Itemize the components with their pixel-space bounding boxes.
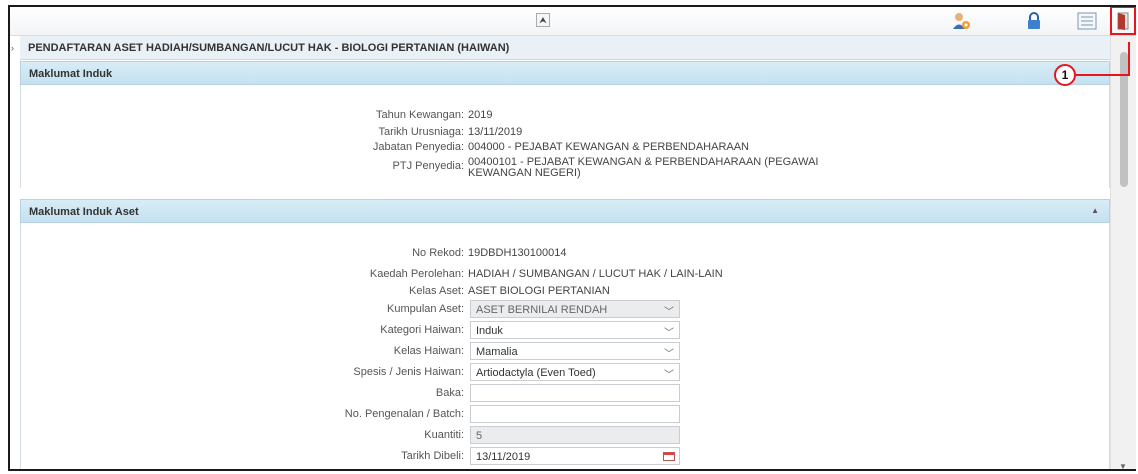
top-toolbar: ⮝ (10, 7, 1136, 36)
spesis-haiwan-select[interactable]: Artiodactyla (Even Toed) ﹀ (470, 363, 680, 381)
lock-icon[interactable] (1023, 10, 1045, 32)
calendar-icon[interactable] (663, 451, 675, 461)
collapse-chevron-icon[interactable]: ▲ (1091, 206, 1099, 215)
select-value: Mamalia (476, 346, 518, 358)
field-kategori-haiwan: Kategori Haiwan: Induk ﹀ (21, 321, 1110, 340)
tarikh-dibeli-input[interactable]: 13/11/2019 (470, 447, 680, 465)
chevron-down-icon: ﹀ (664, 328, 674, 339)
field-label: Kelas Haiwan (393, 345, 461, 357)
page-title: PENDAFTARAN ASET HADIAH/SUMBANGAN/LUCUT … (20, 36, 1110, 60)
field-kuantiti: Kuantiti: 5 (21, 426, 1110, 445)
field-value: 004000 - PEJABAT KEWANGAN & PERBENDAHARA… (468, 141, 749, 153)
annotation-callout: 1 (1054, 64, 1076, 86)
field-label: Kaedah Perolehan (369, 268, 461, 280)
chevron-down-icon: ﹀ (664, 349, 674, 360)
field-label: Kumpulan Aset (387, 303, 461, 315)
field-label: Baka (435, 387, 461, 399)
field-kelas-aset: Kelas Aset: ASET BIOLOGI PERTANIAN (409, 285, 610, 297)
field-no-pengenalan-batch: No. Pengenalan / Batch: (21, 405, 1110, 424)
field-label: No Rekod (412, 247, 461, 259)
app-frame: ⮝ › PENDAFTARAN ASET HADIAH/SUMBANGAN/LU… (8, 5, 1136, 471)
baka-input[interactable] (470, 384, 680, 402)
section-header-maklumat-induk-aset[interactable]: Maklumat Induk Aset ▲ (20, 199, 1110, 223)
field-tarikh-dibeli: Tarikh Dibeli: 13/11/2019 (21, 447, 1110, 466)
field-label: Kategori Haiwan (380, 324, 461, 336)
section-body-maklumat-induk: Tahun Kewangan: 2019 Tarikh Urusniaga: 1… (20, 85, 1110, 188)
field-label: No. Pengenalan / Batch (344, 408, 461, 420)
vertical-scrollbar[interactable]: ▼ (1110, 36, 1136, 469)
field-label: PTJ Penyedia (392, 160, 461, 172)
list-view-icon[interactable] (1076, 10, 1098, 32)
callout-connector (1128, 42, 1130, 76)
kategori-haiwan-select[interactable]: Induk ﹀ (470, 321, 680, 339)
field-label: Kuantiti (424, 429, 461, 441)
field-kelas-haiwan: Kelas Haiwan: Mamalia ﹀ (21, 342, 1110, 361)
field-value: HADIAH / SUMBANGAN / LUCUT HAK / LAIN-LA… (468, 268, 723, 280)
field-label: Tarikh Dibeli (401, 450, 461, 462)
chevron-down-icon: ﹀ (664, 307, 674, 318)
field-value: 13/11/2019 (468, 126, 523, 138)
exit-highlight-box (1110, 7, 1136, 35)
double-chevron-up-icon: ⮝ (539, 14, 547, 25)
field-value: ASET BIOLOGI PERTANIAN (468, 285, 610, 297)
field-label: Tahun Kewangan (375, 109, 461, 121)
field-baka: Baka: (21, 384, 1110, 403)
field-tahun-kewangan: Tahun Kewangan: 2019 (375, 109, 493, 121)
field-value: 2019 (468, 109, 493, 121)
field-label: Tarikh Urusniaga (378, 126, 461, 138)
select-value: ASET BERNILAI RENDAH (476, 304, 608, 316)
field-spesis-jenis-haiwan: Spesis / Jenis Haiwan: Artiodactyla (Eve… (21, 363, 1110, 382)
select-value: Induk (476, 325, 503, 337)
user-settings-icon[interactable] (950, 10, 972, 32)
collapse-header-button[interactable]: ⮝ (536, 13, 550, 27)
kelas-haiwan-select[interactable]: Mamalia ﹀ (470, 342, 680, 360)
field-ptj-penyedia: PTJ Penyedia: 00400101 - PEJABAT KEWANGA… (21, 156, 1110, 179)
scrollbar-thumb[interactable] (1120, 52, 1128, 187)
field-kumpulan-aset: Kumpulan Aset: ASET BERNILAI RENDAH ﹀ (21, 300, 1110, 319)
section-title: Maklumat Induk Aset (29, 206, 139, 218)
field-label: Kelas Aset (409, 285, 461, 297)
section-title: Maklumat Induk (29, 68, 113, 80)
callout-connector (1076, 74, 1130, 76)
side-expand-icon[interactable]: › (11, 43, 14, 53)
chevron-down-icon: ﹀ (664, 370, 674, 381)
field-value: 19DBDH130100014 (468, 247, 567, 259)
field-kaedah-perolehan: Kaedah Perolehan: HADIAH / SUMBANGAN / L… (369, 268, 723, 280)
field-jabatan-penyedia: Jabatan Penyedia: 004000 - PEJABAT KEWAN… (372, 141, 749, 153)
select-value: Artiodactyla (Even Toed) (476, 367, 596, 379)
kumpulan-aset-select[interactable]: ASET BERNILAI RENDAH ﹀ (470, 300, 680, 318)
pengenalan-batch-input[interactable] (470, 405, 680, 423)
input-value: 13/11/2019 (476, 451, 531, 463)
main-content: PENDAFTARAN ASET HADIAH/SUMBANGAN/LUCUT … (20, 36, 1110, 469)
kuantiti-input[interactable]: 5 (470, 426, 680, 444)
field-label: Jabatan Penyedia (372, 141, 461, 153)
scroll-down-arrow-icon[interactable]: ▼ (1119, 462, 1127, 469)
section-body-maklumat-induk-aset: No Rekod: 19DBDH130100014 Kaedah Peroleh… (20, 223, 1110, 469)
field-no-rekod: No Rekod: 19DBDH130100014 (412, 247, 567, 259)
field-value: 00400101 - PEJABAT KEWANGAN & PERBENDAHA… (468, 156, 819, 179)
field-tarikh-urusniaga: Tarikh Urusniaga: 13/11/2019 (378, 126, 523, 138)
field-label: Spesis / Jenis Haiwan (353, 366, 461, 378)
section-header-maklumat-induk[interactable]: Maklumat Induk (20, 61, 1110, 85)
